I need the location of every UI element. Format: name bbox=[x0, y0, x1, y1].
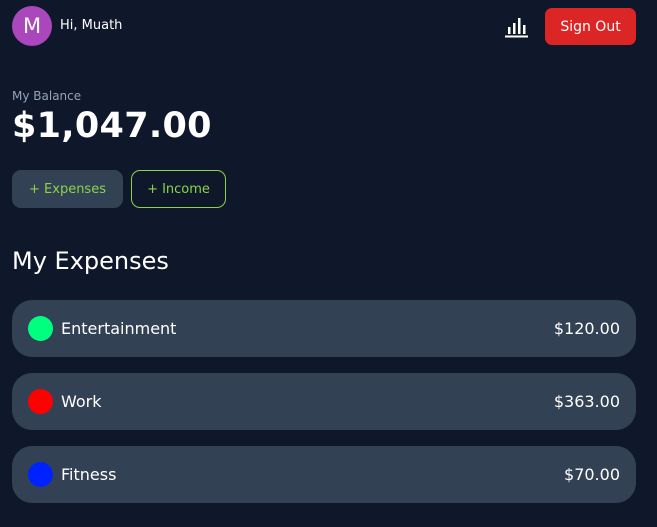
expenses-section-title: My Expenses bbox=[12, 247, 169, 275]
expense-list: Entertainment $120.00 Work $363.00 Fitne… bbox=[12, 300, 636, 519]
avatar-letter: M bbox=[22, 14, 42, 38]
expense-item-fitness[interactable]: Fitness $70.00 bbox=[12, 446, 636, 503]
expense-amount: $70.00 bbox=[564, 465, 620, 484]
expense-item-entertainment[interactable]: Entertainment $120.00 bbox=[12, 300, 636, 357]
sign-out-button[interactable]: Sign Out bbox=[545, 8, 636, 45]
balance-label: My Balance bbox=[12, 89, 82, 103]
expense-item-work[interactable]: Work $363.00 bbox=[12, 373, 636, 430]
app-header: M Hi, Muath Sign Out bbox=[0, 0, 657, 54]
user-greeting: Hi, Muath bbox=[60, 18, 123, 33]
add-income-button[interactable]: + Income bbox=[131, 170, 226, 208]
expense-name: Entertainment bbox=[61, 319, 177, 338]
stats-button[interactable] bbox=[503, 14, 529, 38]
balance-amount: $1,047.00 bbox=[12, 106, 212, 146]
expense-name: Work bbox=[61, 392, 102, 411]
expense-name: Fitness bbox=[61, 465, 117, 484]
bar-chart-icon bbox=[505, 18, 528, 38]
add-expenses-button[interactable]: + Expenses bbox=[12, 170, 123, 208]
category-color-dot bbox=[28, 462, 53, 487]
category-color-dot bbox=[28, 389, 53, 414]
expense-amount: $363.00 bbox=[553, 392, 620, 411]
avatar[interactable]: M bbox=[12, 6, 52, 46]
category-color-dot bbox=[28, 316, 53, 341]
expense-amount: $120.00 bbox=[553, 319, 620, 338]
